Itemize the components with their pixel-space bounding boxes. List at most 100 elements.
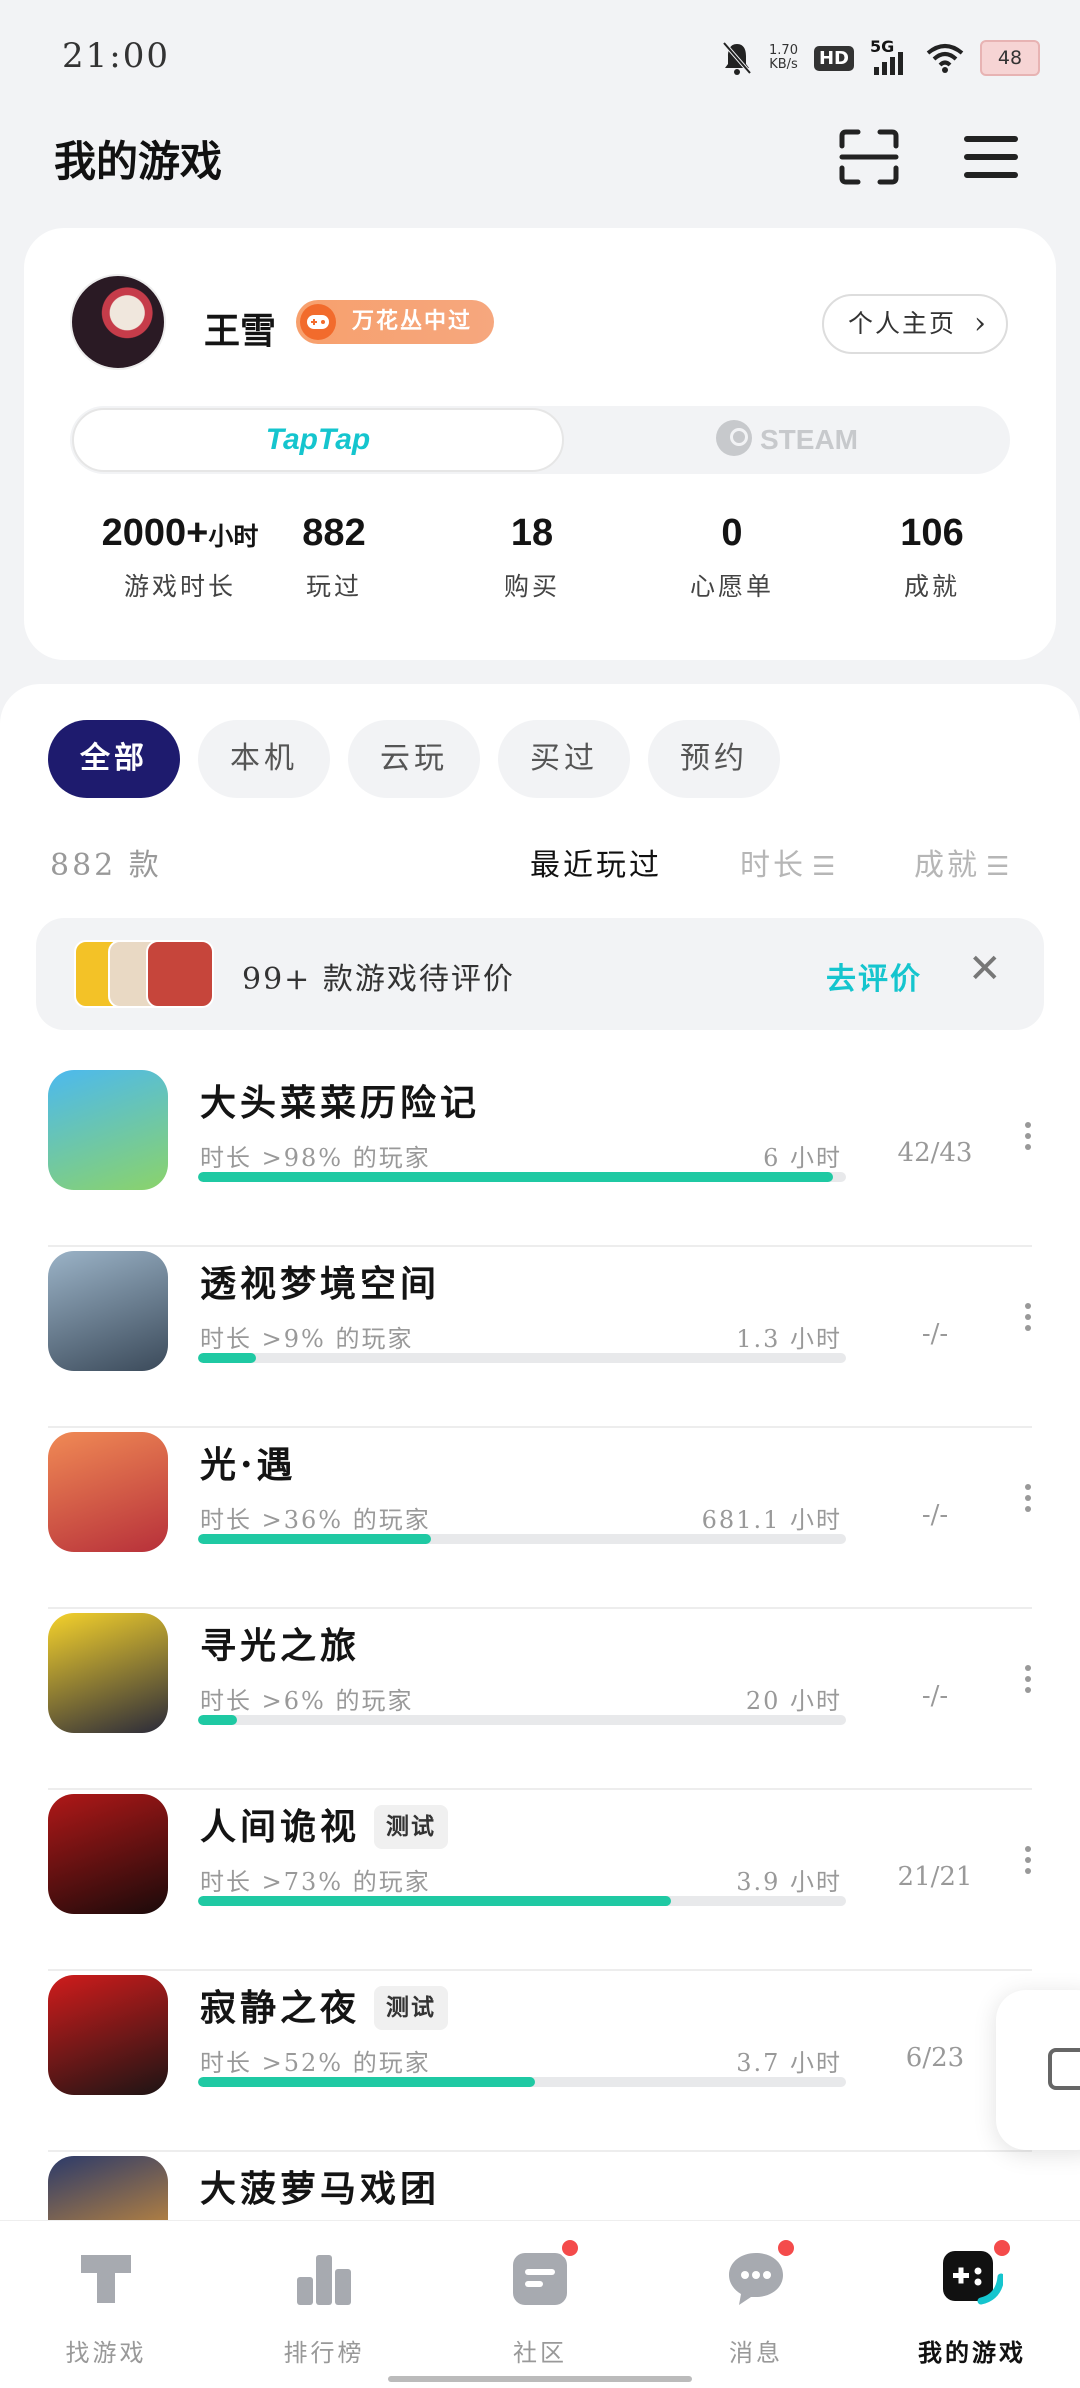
- game-icon: [48, 1432, 168, 1552]
- game-name: 人间诡视 测试: [200, 1798, 449, 1850]
- signal-label: 5G: [870, 37, 895, 56]
- review-banner[interactable]: 99+ 款游戏待评价 去评价 ✕: [36, 918, 1044, 1030]
- stat-label: 玩过: [305, 572, 362, 601]
- notification-dot: [775, 2237, 797, 2259]
- stat-value: 18: [510, 512, 554, 554]
- playtime-percentile: 时长 >36% 的玩家: [200, 1506, 431, 1534]
- messages-icon: [725, 2237, 797, 2309]
- avatar[interactable]: [70, 274, 166, 370]
- game-title: 大菠萝马戏团: [200, 2168, 441, 2210]
- playtime-progress: [198, 1534, 846, 1544]
- achievement-count: -/-: [921, 1319, 949, 1349]
- tab-taptap[interactable]: TapTap: [72, 408, 564, 472]
- user-title-badge[interactable]: 万花丛中过: [296, 300, 495, 344]
- playtime-percentile: 时长 >98% 的玩家: [200, 1144, 431, 1172]
- playtime-percentile: 时长 >6% 的玩家: [200, 1687, 414, 1715]
- stat-achievements[interactable]: 106 成就: [832, 512, 1032, 603]
- game-row[interactable]: 寻光之旅 时长 >6% 的玩家 20 小时 -/-: [0, 1609, 1080, 1790]
- more-options-icon[interactable]: [1022, 1122, 1034, 1150]
- notification-dot: [559, 2237, 581, 2259]
- close-icon[interactable]: ✕: [968, 946, 1002, 992]
- sort-achievement[interactable]: 成就 ☰: [914, 840, 1009, 884]
- leaderboard-icon: [293, 2247, 355, 2309]
- game-icon: [48, 1070, 168, 1190]
- nav-label: 社区: [513, 2339, 567, 2367]
- nav-leaderboard[interactable]: 排行榜: [224, 2247, 424, 2368]
- game-icon: [48, 1975, 168, 2095]
- stat-value: 882: [302, 512, 366, 554]
- filter-chip-local[interactable]: 本机: [198, 720, 330, 798]
- playtime-hours: 20 小时: [745, 1687, 842, 1715]
- menu-button[interactable]: [956, 122, 1026, 192]
- more-options-icon[interactable]: [1022, 1484, 1034, 1512]
- status-bar: 21:00 1.70 KB/s HD 5G 48: [0, 0, 1080, 120]
- chevron-right-icon: ›: [974, 306, 988, 341]
- game-icon: [48, 1613, 168, 1733]
- profile-home-button[interactable]: 个人主页 ›: [822, 294, 1008, 354]
- scan-icon: [839, 129, 899, 185]
- filter-chip-all[interactable]: 全部: [48, 720, 180, 798]
- filter-chip-cloud[interactable]: 云玩: [348, 720, 480, 798]
- stat-value: 2000+: [101, 512, 209, 554]
- game-name: 寂静之夜 测试: [200, 1979, 449, 2031]
- network-speed: 1.70 KB/s: [769, 44, 798, 72]
- game-title: 人间诡视: [200, 1806, 361, 1848]
- steam-logo-icon: [716, 420, 752, 456]
- game-name: 大菠萝马戏团: [200, 2160, 440, 2212]
- playtime-progress: [198, 1172, 846, 1182]
- game-name: 透视梦境空间: [200, 1255, 440, 1307]
- test-tag: 测试: [374, 1805, 449, 1849]
- game-icon: [48, 1251, 168, 1371]
- stat-purchased[interactable]: 18 购买: [432, 512, 632, 603]
- floating-download-button[interactable]: [996, 1990, 1080, 2150]
- game-row[interactable]: 透视梦境空间 时长 >9% 的玩家 1.3 小时 -/-: [0, 1247, 1080, 1428]
- mute-bell-icon: [722, 41, 752, 75]
- nav-find-games[interactable]: 找游戏: [6, 2247, 206, 2368]
- more-options-icon[interactable]: [1022, 1303, 1034, 1331]
- filter-chip-reserved[interactable]: 预约: [648, 720, 780, 798]
- nav-label: 排行榜: [283, 2339, 365, 2367]
- user-title-text: 万花丛中过: [352, 309, 473, 334]
- game-title: 大头菜菜历险记: [200, 1082, 481, 1124]
- stat-wishlist[interactable]: 0 心愿单: [632, 512, 832, 603]
- game-row[interactable]: 光·遇 时长 >36% 的玩家 681.1 小时 -/-: [0, 1428, 1080, 1609]
- test-tag: 测试: [374, 1986, 449, 2030]
- game-title: 寂静之夜: [200, 1987, 361, 2029]
- nav-my-games[interactable]: 我的游戏: [872, 2237, 1072, 2368]
- achievement-count: 21/21: [897, 1862, 973, 1892]
- achievement-count: -/-: [921, 1500, 949, 1530]
- bottom-nav: 找游戏 排行榜 社区 消息 我的游戏: [0, 2220, 1080, 2388]
- gamepad-badge-icon: [300, 304, 336, 340]
- signal-5g-icon: 5G: [870, 37, 910, 75]
- playtime-progress-fill: [198, 1353, 257, 1363]
- sort-duration-label: 时长: [740, 848, 806, 883]
- more-options-icon[interactable]: [1022, 1665, 1034, 1693]
- game-icon: [48, 1794, 168, 1914]
- download-icon: [1048, 2048, 1080, 2090]
- sort-order-icon: ☰: [812, 852, 836, 882]
- scan-button[interactable]: [834, 122, 904, 192]
- playtime-progress-fill: [198, 1172, 834, 1182]
- playtime-progress: [198, 1896, 846, 1906]
- nav-messages[interactable]: 消息: [656, 2237, 856, 2368]
- game-row[interactable]: 人间诡视 测试 时长 >73% 的玩家 3.9 小时 21/21: [0, 1790, 1080, 1971]
- more-options-icon[interactable]: [1022, 1846, 1034, 1874]
- playtime-hours: 1.3 小时: [736, 1325, 842, 1353]
- game-row[interactable]: 寂静之夜 测试 时长 >52% 的玩家 3.7 小时 6/23: [0, 1971, 1080, 2152]
- sort-recent[interactable]: 最近玩过: [530, 840, 662, 884]
- game-title: 寻光之旅: [200, 1625, 361, 1667]
- network-speed-unit: KB/s: [769, 57, 798, 72]
- game-title: 光·遇: [200, 1444, 297, 1486]
- stat-played[interactable]: 882 玩过: [234, 512, 434, 603]
- go-review-button[interactable]: 去评价: [826, 954, 922, 998]
- wifi-icon: [926, 44, 964, 73]
- filter-chip-bought[interactable]: 买过: [498, 720, 630, 798]
- tab-steam[interactable]: STEAM: [564, 406, 1010, 474]
- game-name: 大头菜菜历险记: [200, 1074, 480, 1126]
- sort-duration[interactable]: 时长 ☰: [740, 840, 835, 884]
- nav-community[interactable]: 社区: [440, 2237, 640, 2368]
- nav-label: 消息: [729, 2339, 783, 2367]
- game-row[interactable]: 大头菜菜历险记 时长 >98% 的玩家 6 小时 42/43: [0, 1066, 1080, 1247]
- platform-toggle: TapTap STEAM: [70, 406, 1010, 474]
- review-thumb: [146, 940, 214, 1008]
